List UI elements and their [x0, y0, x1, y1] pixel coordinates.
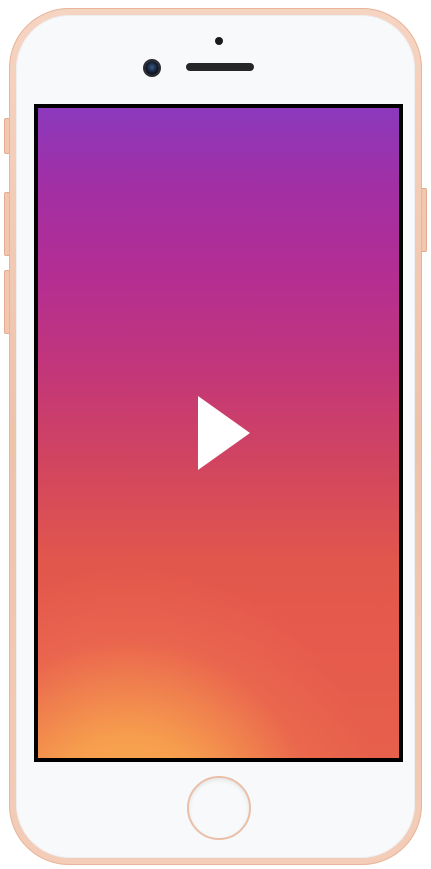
front-camera-icon [145, 61, 159, 75]
home-button[interactable] [187, 776, 251, 840]
play-icon [197, 396, 250, 470]
phone-screen [34, 104, 403, 762]
play-button[interactable] [179, 388, 259, 478]
proximity-sensor-icon [215, 37, 223, 45]
earpiece-icon [186, 63, 254, 71]
